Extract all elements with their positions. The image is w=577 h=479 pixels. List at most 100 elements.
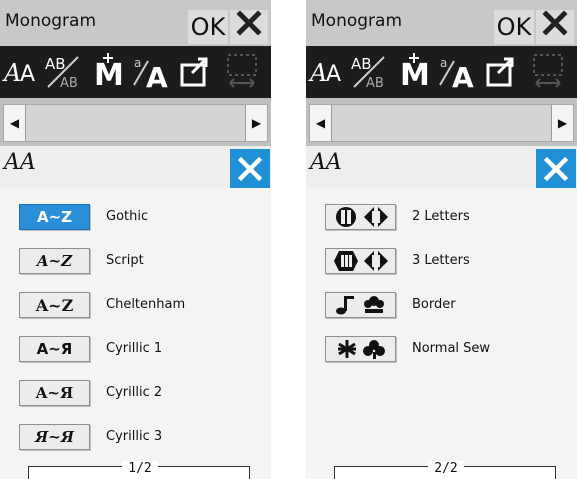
page-number: 2/2 [428, 461, 464, 476]
gothic-font-icon: A~Z [36, 208, 73, 226]
frame-icon [227, 54, 257, 88]
character-size-icon: a A [439, 56, 474, 91]
scroll-track[interactable]: ◀ ▶ [3, 104, 268, 142]
svg-text:AB: AB [366, 76, 384, 91]
svg-text:A: A [146, 61, 168, 91]
scroll-left-button[interactable]: ◀ [310, 105, 332, 141]
close-icon [236, 10, 262, 36]
character-size-button[interactable]: a A [438, 51, 478, 91]
monogram-type-label: Border [412, 297, 456, 312]
close-icon [237, 156, 263, 182]
font-label: Gothic [106, 209, 149, 224]
preview-scroller: ◀ ▶ [0, 98, 271, 146]
title-bar: Monogram OK [0, 0, 271, 46]
two-letters-icon [335, 207, 388, 227]
close-button[interactable] [536, 10, 574, 44]
font-label: Cyrillic 1 [106, 341, 163, 356]
font-category-icon: AA [310, 150, 342, 175]
font-select-icon: A A [2, 59, 35, 87]
font-category-icon: AA [4, 150, 36, 175]
font-label: Script [106, 253, 144, 268]
frame-button[interactable] [222, 51, 262, 91]
list-item[interactable]: A~Я Cyrillic 1 [19, 336, 259, 366]
svg-text:A: A [308, 59, 327, 87]
cyrillic-3-font-icon: Я~Я [34, 428, 75, 446]
list-item[interactable]: A~Я Cyrillic 2 [19, 380, 259, 410]
screen-title: Monogram [311, 11, 403, 31]
character-size-icon: a A [133, 56, 168, 91]
svg-text:A: A [326, 62, 341, 87]
list-item[interactable]: Normal Sew [325, 336, 565, 366]
font-select-button[interactable]: A A [308, 51, 348, 91]
return-button[interactable] [482, 51, 522, 91]
page-number: 1/2 [122, 461, 158, 476]
monogram-type-label: Normal Sew [412, 341, 491, 356]
edit-toolbar: A A AB AB M a A [306, 46, 577, 98]
svg-text:a: a [134, 56, 141, 70]
scroll-right-button[interactable]: ▶ [245, 105, 267, 141]
character-size-button[interactable]: a A [132, 51, 172, 91]
letter-spacing-icon: AB AB [351, 55, 385, 91]
gothic-font-button[interactable]: A~Z [19, 204, 90, 230]
frame-button[interactable] [528, 51, 568, 91]
two-letters-button[interactable] [325, 204, 396, 230]
monogram-type-label: 3 Letters [412, 253, 470, 268]
return-button[interactable] [176, 51, 216, 91]
font-menu-close-button[interactable] [230, 149, 270, 189]
svg-text:AB: AB [45, 55, 66, 73]
cyrillic-1-font-button[interactable]: A~Я [19, 336, 90, 362]
list-item[interactable]: 2 Letters [325, 204, 565, 234]
return-icon [180, 57, 208, 87]
list-item[interactable]: A~Z Gothic [19, 204, 259, 234]
list-item[interactable]: Я~Я Cyrillic 3 [19, 424, 259, 454]
svg-text:AB: AB [60, 76, 78, 91]
ok-button[interactable]: OK [494, 10, 534, 44]
letter-spacing-button[interactable]: AB AB [350, 51, 390, 91]
font-label: Cyrillic 3 [106, 429, 163, 444]
font-menu-close-button[interactable] [536, 149, 576, 189]
font-select-button[interactable]: A A [2, 51, 42, 91]
scroll-left-button[interactable]: ◀ [4, 105, 26, 141]
close-icon [543, 156, 569, 182]
font-select-icon: A A [308, 59, 341, 87]
list-item[interactable]: Border [325, 292, 565, 322]
screen-title: Monogram [5, 11, 97, 31]
monogram-m-icon: M [94, 53, 124, 91]
normal-sew-button[interactable] [325, 336, 396, 362]
monogram-m-button[interactable]: M [88, 51, 128, 91]
cyrillic-2-font-button[interactable]: A~Я [19, 380, 90, 406]
cyrillic-1-font-icon: A~Я [36, 340, 73, 358]
ok-button[interactable]: OK [188, 10, 228, 44]
return-icon [486, 57, 514, 87]
svg-text:A: A [2, 59, 21, 87]
title-bar: Monogram OK [306, 0, 577, 46]
close-icon [542, 10, 568, 36]
font-label: Cheltenham [106, 297, 186, 312]
letter-spacing-button[interactable]: AB AB [44, 51, 84, 91]
scroll-right-button[interactable]: ▶ [551, 105, 573, 141]
cheltenham-font-button[interactable]: A~Z [19, 292, 90, 318]
cyrillic-3-font-button[interactable]: Я~Я [19, 424, 90, 450]
font-label: Cyrillic 2 [106, 385, 163, 400]
monogram-m-button[interactable]: M [394, 51, 434, 91]
cyrillic-2-font-icon: A~Я [35, 384, 74, 402]
three-letters-button[interactable] [325, 248, 396, 274]
monogram-screen-page-2: Monogram OK A A AB AB M a A ◀ ▶ AA 2 Let… [306, 0, 577, 479]
scroll-track[interactable]: ◀ ▶ [309, 104, 574, 142]
script-font-button[interactable]: A~Z [19, 248, 90, 274]
monogram-m-icon: M [400, 53, 430, 91]
close-button[interactable] [230, 10, 268, 44]
svg-text:AB: AB [351, 55, 372, 73]
page-indicator: 2/2 [334, 461, 556, 479]
list-item[interactable]: A~Z Cheltenham [19, 292, 259, 322]
monogram-type-label: 2 Letters [412, 209, 470, 224]
monogram-screen-page-1: Monogram OK A A AB AB M a A ◀ ▶ AA A~Z G… [0, 0, 271, 479]
list-item[interactable]: A~Z Script [19, 248, 259, 278]
page-indicator: 1/2 [28, 461, 250, 479]
svg-text:a: a [440, 56, 447, 70]
edit-toolbar: A A AB AB M a A [0, 46, 271, 98]
list-item[interactable]: 3 Letters [325, 248, 565, 278]
border-button[interactable] [325, 292, 396, 318]
three-letters-icon [333, 251, 388, 271]
cheltenham-font-icon: A~Z [35, 295, 74, 315]
